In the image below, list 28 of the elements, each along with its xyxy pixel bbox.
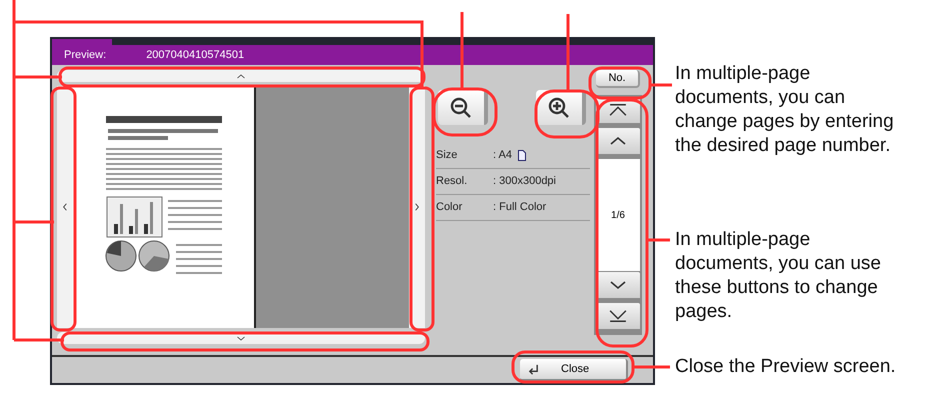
- caret-left-icon: [62, 202, 68, 212]
- return-icon: [528, 364, 539, 374]
- info-label: Resol.: [436, 174, 468, 190]
- first-page-icon: [607, 103, 629, 117]
- leader-line: [650, 84, 672, 86]
- leader-line: [648, 238, 670, 242]
- document-id: 2007040410574501: [146, 48, 244, 63]
- close-button[interactable]: Close: [520, 359, 628, 381]
- caret-down-icon: [236, 334, 246, 342]
- last-page-icon: [607, 309, 629, 323]
- zoom-out-button[interactable]: [438, 90, 488, 125]
- page-icon: [518, 150, 526, 161]
- info-value: : A4: [493, 148, 512, 164]
- callout-note: In multiple-page documents, you can change pages by entering the desired page number.: [675, 62, 895, 158]
- caret-up-icon: [236, 72, 246, 80]
- caret-right-icon: [414, 202, 420, 212]
- title-label: Preview:: [64, 48, 106, 63]
- zoom-in-icon: [547, 96, 571, 120]
- info-value: : 300x300dpi: [493, 174, 556, 190]
- leader-line: [633, 366, 670, 368]
- info-label: Size: [436, 148, 458, 164]
- callout-note: Close the Preview screen.: [675, 355, 897, 379]
- page-indicator: 1/6: [596, 159, 640, 271]
- info-label: Color: [436, 200, 464, 216]
- callout-note: In multiple-page documents, you can use these buttons to change pages.: [675, 228, 882, 324]
- number-button[interactable]: No.: [596, 70, 640, 88]
- zoom-out-icon: [449, 96, 473, 120]
- info-value: : Full Color: [493, 200, 546, 216]
